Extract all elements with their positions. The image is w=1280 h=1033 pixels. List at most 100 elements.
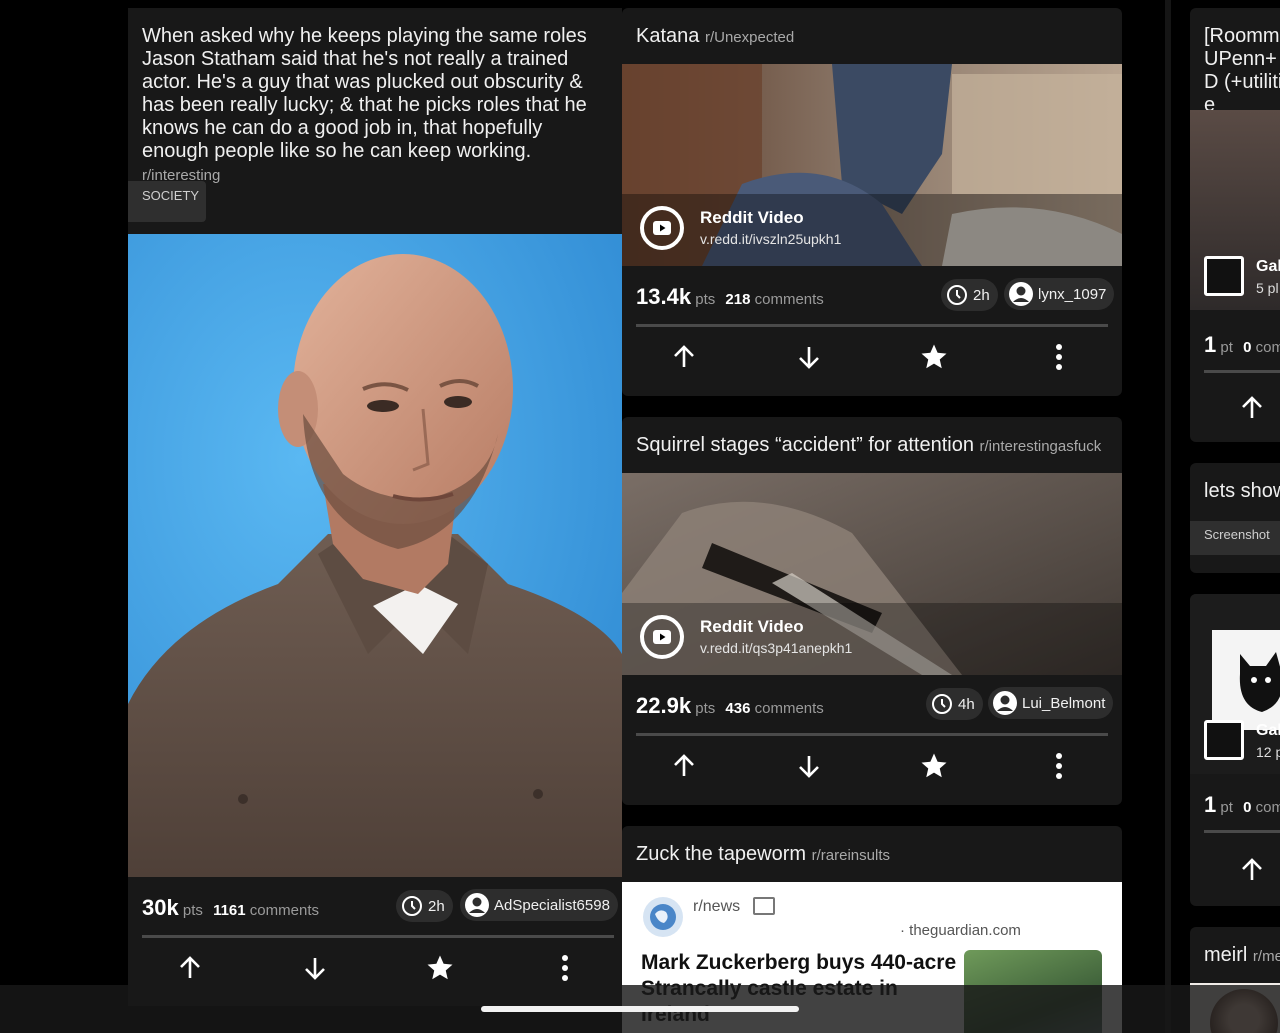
flair-badge: Screenshot [1190, 521, 1280, 555]
stats-divider [142, 935, 614, 938]
video-label[interactable]: Reddit Video v.redd.it/qs3p41anepkh1 [640, 615, 852, 659]
save-button[interactable] [914, 337, 954, 377]
globe-icon [643, 897, 683, 937]
upvote-button[interactable] [1232, 388, 1272, 428]
clock-icon [932, 694, 952, 714]
comments-label: comments [754, 291, 824, 308]
post-card-statham[interactable]: When asked why he keeps playing the same… [128, 8, 622, 1006]
upvote-button[interactable] [664, 746, 704, 786]
comments-label: comments [249, 902, 319, 919]
author-chip[interactable]: Lui_Belmont [988, 687, 1114, 719]
age-chip: 2h [941, 279, 998, 311]
gallery-label: Gal [1256, 722, 1280, 739]
gallery-icon [1204, 256, 1244, 296]
upvote-button[interactable] [1232, 850, 1272, 890]
subreddit-link[interactable]: r/Unexpected [705, 29, 794, 46]
upvote-button[interactable] [664, 337, 704, 377]
post-title[interactable]: Katana r/Unexpected [636, 25, 794, 49]
gallery-count: 5 pl [1256, 280, 1279, 296]
star-icon [921, 753, 947, 778]
comments-count: 1161 [213, 902, 246, 919]
author-chip[interactable]: AdSpecialist6598 [460, 889, 618, 921]
gallery-icon [1204, 720, 1244, 760]
save-button[interactable] [420, 948, 460, 988]
post-title[interactable]: meirl r/me [1204, 944, 1280, 968]
star-icon [921, 344, 947, 369]
points-value: 13.4k [636, 284, 692, 309]
subreddit-link[interactable]: r/interestingasfuck [980, 438, 1102, 455]
cat-illustration [1239, 652, 1280, 712]
post-card-squirrel[interactable]: Squirrel stages “accident” for attention… [622, 417, 1122, 805]
more-icon [562, 955, 568, 981]
upvote-icon [1242, 396, 1262, 418]
user-icon [1009, 282, 1033, 306]
downvote-icon [305, 958, 325, 980]
more-button[interactable] [1039, 746, 1079, 786]
downvote-icon [799, 756, 819, 778]
author-chip[interactable]: lynx_1097 [1004, 278, 1115, 310]
comments-label: comments [754, 700, 824, 717]
video-thumbnail[interactable]: Reddit Video v.redd.it/ivszln25upkh1 [622, 64, 1122, 266]
comments-count: 436 [725, 700, 751, 717]
post-title-text: Zuck the tapeworm [636, 843, 807, 865]
stats-divider [1204, 370, 1280, 373]
more-button[interactable] [545, 948, 585, 988]
post-card-lets-show[interactable]: lets show Screenshot [1190, 463, 1280, 573]
comments-count: 218 [725, 291, 751, 308]
downvote-button[interactable] [789, 746, 829, 786]
downvote-button[interactable] [295, 948, 335, 988]
video-title: Reddit Video [700, 617, 804, 636]
post-title-text: Katana [636, 25, 700, 47]
post-image[interactable] [128, 234, 622, 877]
points-value: 30k [142, 895, 179, 920]
gallery-count: 12 p [1256, 744, 1280, 760]
more-button[interactable] [1039, 337, 1079, 377]
downvote-button[interactable] [789, 337, 829, 377]
gallery-thumbnail[interactable]: Gal 12 p [1190, 594, 1280, 774]
post-title-text: meirl [1204, 944, 1248, 966]
post-author[interactable]: AdSpecialist6598 [494, 897, 610, 914]
post-title[interactable]: lets show [1204, 480, 1280, 503]
comments-count: 0 [1243, 799, 1252, 816]
upvote-button[interactable] [170, 948, 210, 988]
age-chip: 2h [396, 890, 453, 922]
more-icon [1056, 753, 1062, 779]
post-title[interactable]: Zuck the tapeworm r/rareinsults [636, 843, 890, 867]
post-age: 4h [958, 695, 975, 713]
play-icon[interactable] [640, 615, 684, 659]
portrait-illustration [128, 234, 622, 877]
points-unit: pts [695, 291, 716, 308]
points-unit: pt [1220, 799, 1233, 816]
action-bar [622, 337, 1122, 387]
post-stats: 13.4k pts 218 comments [636, 284, 824, 310]
video-url: v.redd.it/qs3p41anepkh1 [700, 640, 853, 656]
post-title[interactable]: [Roomm UPenn+D (+utilitie [1204, 25, 1280, 117]
video-thumbnail[interactable]: Reddit Video v.redd.it/qs3p41anepkh1 [622, 473, 1122, 675]
gallery-thumbnail[interactable]: Gal 5 pl [1190, 110, 1280, 310]
downvote-icon [799, 347, 819, 369]
post-card-katana[interactable]: Katana r/Unexpected Reddit Video v.redd.… [622, 8, 1122, 396]
user-icon [993, 691, 1017, 715]
column-divider [1165, 0, 1171, 1033]
subreddit-link[interactable]: r/rareinsults [812, 847, 890, 864]
play-icon[interactable] [640, 206, 684, 250]
comments-count: 0 [1243, 339, 1252, 356]
home-indicator[interactable] [481, 1006, 799, 1012]
save-button[interactable] [914, 746, 954, 786]
post-title[interactable]: When asked why he keeps playing the same… [142, 25, 614, 187]
subreddit-link[interactable]: r/me [1253, 948, 1280, 965]
action-bar [622, 746, 1122, 796]
upvote-icon [674, 345, 694, 367]
stats-divider [636, 733, 1108, 736]
points-unit: pts [695, 700, 716, 717]
post-age: 2h [973, 286, 990, 304]
flair-badge: SOCIETY [128, 181, 206, 222]
post-card-roommate[interactable]: [Roomm UPenn+D (+utilitie Gal 5 pl 1 pt … [1190, 8, 1280, 442]
gallery-label: Gal [1256, 258, 1280, 275]
post-author[interactable]: Lui_Belmont [1022, 695, 1105, 712]
video-label[interactable]: Reddit Video v.redd.it/ivszln25upkh1 [640, 206, 841, 250]
upvote-icon [180, 956, 200, 978]
post-card-gallery[interactable]: Gal 12 p 1 pt 0 com [1190, 594, 1280, 906]
post-title[interactable]: Squirrel stages “accident” for attention… [636, 434, 1101, 458]
post-author[interactable]: lynx_1097 [1038, 286, 1106, 303]
